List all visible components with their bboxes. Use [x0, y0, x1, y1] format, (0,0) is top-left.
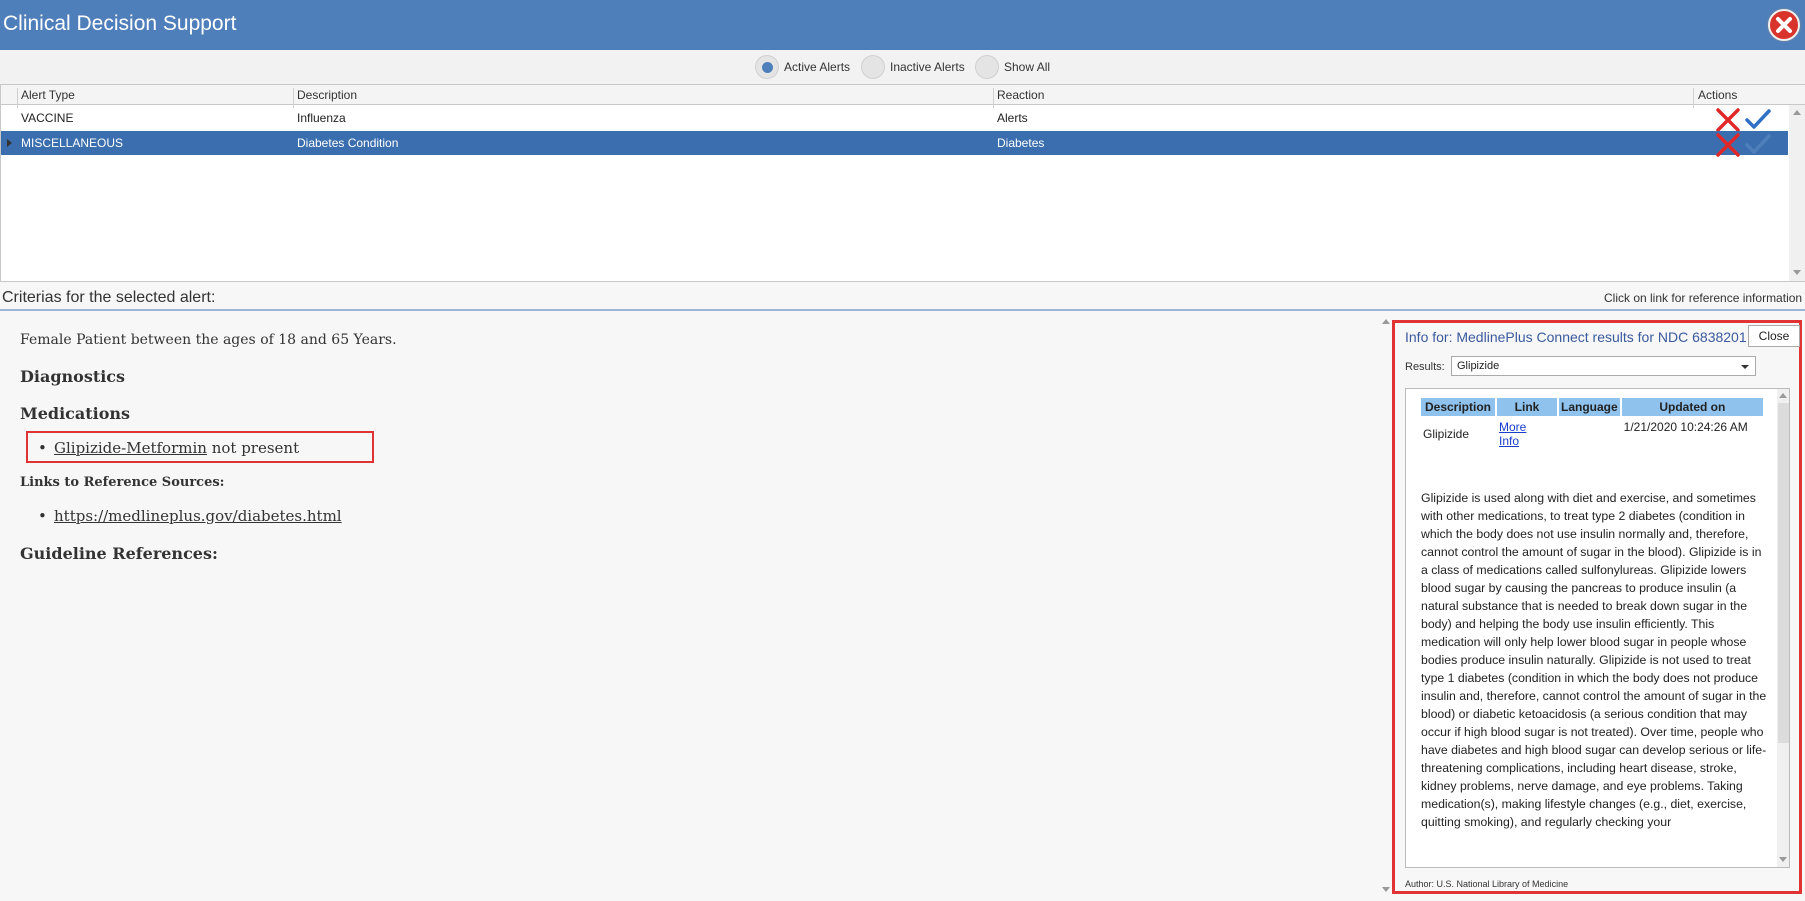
info-scrollbar[interactable]: [1777, 389, 1789, 867]
radio-dot[interactable]: [755, 55, 779, 79]
table-row[interactable]: VACCINE Influenza Alerts: [1, 106, 1788, 132]
info-panel: Info for: MedlinePlus Connect results fo…: [1392, 320, 1802, 894]
scroll-down-icon[interactable]: [1779, 857, 1787, 862]
scroll-thumb[interactable]: [1778, 403, 1789, 743]
cell-description: Glipizide: [1423, 427, 1470, 441]
radio-active-alerts[interactable]: Active Alerts: [755, 55, 850, 79]
scroll-down-icon[interactable]: [1382, 887, 1390, 892]
grid-scrollbar[interactable]: [1789, 105, 1805, 281]
medication-status: not present: [211, 439, 300, 457]
info-content: Description Link Language Updated on Gli…: [1405, 388, 1790, 868]
results-dropdown[interactable]: Glipizide: [1451, 356, 1756, 376]
medication-link[interactable]: Glipizide-Metformin: [54, 439, 207, 457]
cell-reaction: Alerts: [997, 111, 1028, 125]
alert-filter-bar: Active Alerts Inactive Alerts Show All: [0, 50, 1805, 84]
scroll-down-icon[interactable]: [1793, 270, 1801, 275]
dismiss-icon[interactable]: [1715, 133, 1741, 157]
alerts-grid: Alert Type Description Reaction Actions …: [0, 84, 1805, 282]
criteria-label: Criterias for the selected alert:: [2, 289, 216, 306]
radio-dot[interactable]: [861, 55, 885, 79]
reference-hint: Click on link for reference information: [1604, 291, 1803, 305]
medications-heading: Medications: [20, 404, 131, 423]
title-bar: Clinical Decision Support: [0, 0, 1805, 50]
diagnostics-heading: Diagnostics: [20, 367, 126, 386]
reference-item: • https://medlineplus.gov/diabetes.html: [38, 507, 342, 525]
cell-description: Influenza: [297, 111, 346, 125]
accept-check-icon[interactable]: [1745, 133, 1771, 155]
window-title: Clinical Decision Support: [3, 12, 237, 35]
cell-alert-type: VACCINE: [21, 111, 74, 125]
guideline-heading: Guideline References:: [20, 544, 218, 563]
cell-link: More Info: [1497, 418, 1557, 450]
grid-header: Alert Type Description Reaction Actions: [1, 85, 1805, 108]
th-language: Language: [1559, 398, 1620, 416]
column-header-description[interactable]: Description: [297, 88, 357, 102]
results-value: Glipizide: [1457, 360, 1500, 372]
th-updated-on: Updated on: [1621, 398, 1763, 416]
chevron-down-icon: [1741, 365, 1749, 369]
medication-description: Glipizide is used along with diet and ex…: [1421, 491, 1767, 829]
author-credit: Author: U.S. National Library of Medicin…: [1405, 879, 1569, 889]
dismiss-icon[interactable]: [1715, 108, 1741, 132]
patient-criteria: Female Patient between the ages of 18 an…: [20, 332, 397, 348]
close-icon: [1776, 17, 1792, 33]
th-description: Description: [1421, 398, 1495, 416]
divider: [0, 309, 1805, 311]
scroll-up-icon[interactable]: [1793, 110, 1801, 115]
medication-item: • Glipizide-Metformin not present: [38, 439, 300, 457]
column-header-actions: Actions: [1698, 88, 1738, 102]
radio-label: Active Alerts: [784, 60, 851, 74]
radio-label: Inactive Alerts: [890, 60, 965, 74]
row-pointer-icon: [7, 139, 12, 147]
column-header-alert-type[interactable]: Alert Type: [21, 88, 75, 102]
scroll-up-icon[interactable]: [1779, 393, 1787, 398]
radio-dot[interactable]: [975, 55, 999, 79]
criteria-panel: Female Patient between the ages of 18 an…: [0, 312, 1390, 898]
more-info-link[interactable]: More Info: [1499, 420, 1526, 448]
close-info-button[interactable]: Close: [1748, 325, 1800, 347]
radio-inactive-alerts[interactable]: Inactive Alerts: [861, 55, 965, 79]
results-label: Results:: [1405, 361, 1445, 373]
column-header-reaction[interactable]: Reaction: [997, 88, 1044, 102]
links-heading: Links to Reference Sources:: [20, 475, 225, 490]
cell-reaction: Diabetes: [997, 136, 1045, 150]
close-window-button[interactable]: [1768, 9, 1800, 41]
cell-description: Diabetes Condition: [297, 136, 399, 150]
accept-check-icon[interactable]: [1745, 108, 1771, 130]
cell-language: [1559, 418, 1620, 450]
scroll-up-icon[interactable]: [1382, 319, 1390, 324]
reference-link[interactable]: https://medlineplus.gov/diabetes.html: [54, 507, 342, 525]
cell-alert-type: MISCELLANEOUS: [21, 136, 124, 150]
radio-label: Show All: [1004, 60, 1051, 74]
info-header: Info for: MedlinePlus Connect results fo…: [1405, 329, 1747, 345]
table-row-selected[interactable]: MISCELLANEOUS Diabetes Condition Diabete…: [1, 131, 1788, 157]
cell-updated-on: 1/21/2020 10:24:26 AM: [1623, 420, 1748, 434]
results-table: Description Link Language Updated on Gli…: [1419, 396, 1765, 452]
th-link: Link: [1497, 398, 1557, 416]
radio-show-all[interactable]: Show All: [975, 55, 1050, 79]
